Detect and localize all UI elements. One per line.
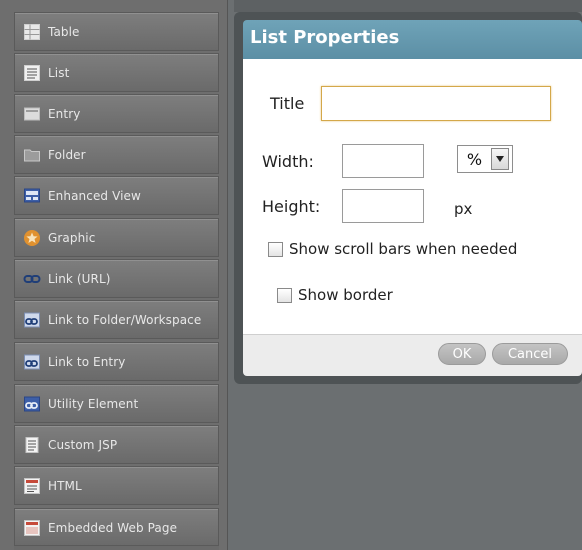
embedded-web-page-icon [24,519,40,536]
entry-icon [24,107,40,120]
palette-divider [14,545,219,550]
title-label: Title [270,94,305,113]
palette-item-label: Link to Entry [48,354,126,369]
palette-item-table[interactable]: Table [14,12,219,51]
palette-item-enhanced-view[interactable]: Enhanced View [14,176,219,215]
utility-element-icon [24,396,40,411]
width-unit-select[interactable]: % [457,145,513,173]
element-palette: Table List Entry Folder Enhanced View Gr… [0,0,228,550]
palette-item-html[interactable]: HTML [14,466,219,505]
title-input[interactable] [321,86,551,121]
palette-item-graphic[interactable]: Graphic [14,218,219,257]
palette-item-label: Graphic [48,230,96,245]
palette-item-label: Link (URL) [48,271,111,286]
palette-item-label: Link to Folder/Workspace [48,312,202,327]
width-input[interactable] [342,144,424,178]
height-unit-label: px [454,200,473,218]
height-label: Height: [262,197,321,216]
palette-item-label: Table [48,24,80,39]
palette-item-link-entry[interactable]: Link to Entry [14,342,219,381]
show-border-label: Show border [298,286,393,304]
palette-item-label: Embedded Web Page [48,520,178,535]
palette-item-label: HTML [48,478,82,493]
show-scroll-bars-option[interactable]: Show scroll bars when needed [268,240,517,258]
dialog-title: List Properties [250,27,400,48]
show-scroll-bars-checkbox[interactable] [268,241,283,257]
palette-item-list[interactable]: List [14,53,219,92]
palette-item-link-url[interactable]: Link (URL) [14,259,219,298]
show-border-option[interactable]: Show border [277,286,393,304]
palette-item-label: Enhanced View [48,188,141,203]
palette-item-label: Entry [48,106,81,121]
link-folder-icon [24,312,40,327]
palette-item-label: Utility Element [48,396,139,411]
cancel-button[interactable]: Cancel [492,343,568,365]
html-icon [24,477,40,494]
enhanced-view-icon [24,188,40,202]
show-border-checkbox[interactable] [277,287,292,303]
palette-item-embedded-web-page[interactable]: Embedded Web Page [14,508,219,547]
ok-button[interactable]: OK [438,343,486,365]
palette-item-label: Folder [48,147,86,162]
palette-item-label: List [48,65,70,80]
height-input[interactable] [342,189,424,223]
table-icon [24,23,40,40]
list-icon [24,64,40,81]
chevron-down-icon[interactable] [491,148,509,170]
palette-item-folder[interactable]: Folder [14,135,219,174]
workspace-top-strip [234,0,582,12]
link-entry-icon [24,354,40,369]
palette-item-custom-jsp[interactable]: Custom JSP [14,425,219,464]
palette-item-utility-element[interactable]: Utility Element [14,384,219,423]
custom-jsp-icon [25,436,39,453]
show-scroll-bars-label: Show scroll bars when needed [289,240,518,258]
folder-icon [24,149,40,161]
width-label: Width: [262,152,314,171]
palette-item-entry[interactable]: Entry [14,94,219,133]
width-unit-value: % [466,149,483,169]
palette-item-link-folder[interactable]: Link to Folder/Workspace [14,300,219,339]
palette-item-label: Custom JSP [48,437,118,452]
graphic-icon [24,229,40,246]
link-icon [23,274,41,283]
